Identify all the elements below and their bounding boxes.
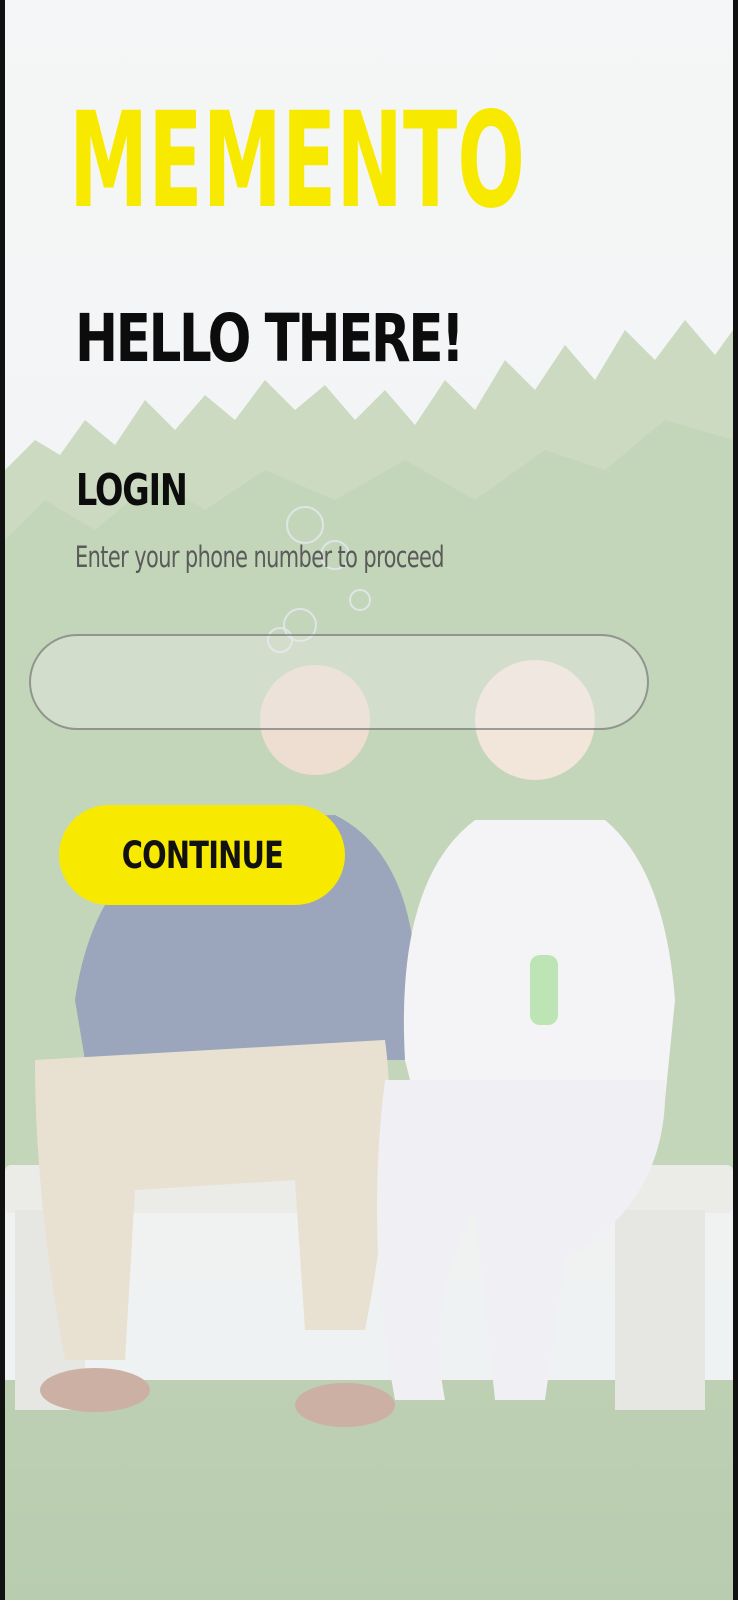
continue-label: CONTINUE [121, 833, 283, 877]
greeting-heading: HELLO THERE! [75, 300, 465, 377]
logo-text: MEMENTO [69, 84, 525, 238]
login-title: LOGIN [76, 465, 188, 516]
login-screen: MEMENTO HELLO THERE! LOGIN Enter your ph… [5, 0, 733, 1600]
background-overlay [5, 0, 733, 1600]
phone-instruction: Enter your phone number to proceed [75, 540, 445, 574]
phone-number-input[interactable] [29, 634, 649, 730]
continue-button[interactable]: CONTINUE [59, 805, 345, 905]
memento-logo: MEMENTO [65, 84, 535, 238]
